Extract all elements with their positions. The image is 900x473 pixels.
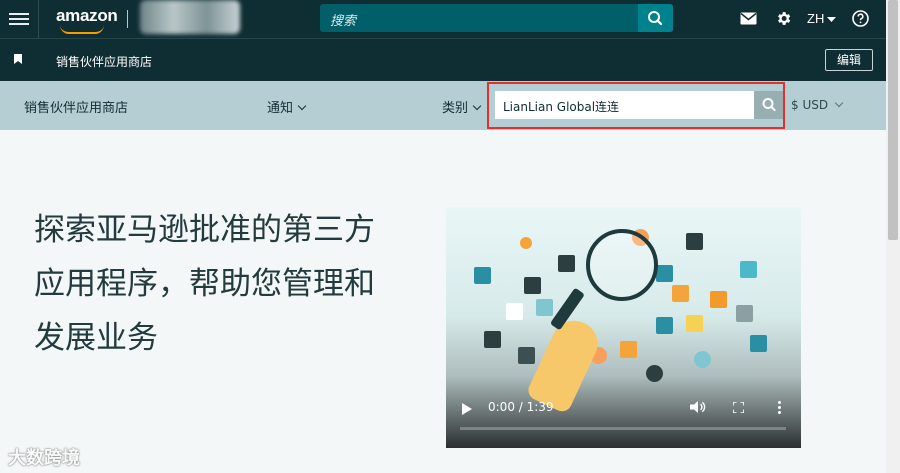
app-tile [524,277,541,294]
amazon-logo[interactable]: amazon [56,6,118,26]
global-search-placeholder: 搜索 [330,14,357,29]
app-tile [694,351,711,368]
watermark-text: 大数跨境 [8,448,80,469]
app-tile [558,255,575,272]
app-tile [686,315,703,332]
mail-icon[interactable] [740,12,757,25]
amazon-logo-smile [60,25,104,34]
nav-categories-label: 类别 [442,101,469,116]
app-tile [672,285,689,302]
app-tile [686,233,703,250]
magnifier-lens [586,229,658,301]
play-icon[interactable] [462,403,472,415]
search-highlight-box [487,82,785,129]
caret-down-icon [827,17,837,22]
app-tile [536,299,553,316]
nav-store-home[interactable]: 销售伙伴应用商店 [24,97,128,116]
global-search-button[interactable] [638,4,673,32]
app-tile [506,303,523,320]
page-scrollbar-thumb[interactable] [888,0,898,240]
hero-title: 探索亚马逊批准的第三方应用程序，帮助您管理和发展业务 [34,212,375,356]
language-selector[interactable]: ZH [807,11,837,26]
nav-notifications[interactable]: 通知 [267,97,307,116]
app-tile [520,237,532,249]
fullscreen-icon[interactable] [733,402,744,413]
help-icon[interactable] [852,10,869,27]
app-tile [484,331,501,348]
nav-categories[interactable]: 类别 [442,97,482,116]
top-navigation-bar: amazon 搜索 ZH [0,0,886,38]
promo-video[interactable]: 0:00 / 1:39 [446,207,801,448]
header-title: 销售伙伴应用商店 [56,55,153,69]
video-controls: 0:00 / 1:39 [446,389,801,448]
edit-button[interactable]: 编辑 [825,49,873,71]
volume-icon[interactable] [690,400,706,414]
redacted-account-name [140,0,240,34]
search-icon [648,11,663,26]
chevron-down-icon [297,101,307,111]
divider [38,0,39,38]
global-search-field[interactable]: 搜索 [320,4,673,32]
app-tile [736,305,753,322]
logo-separator [127,10,128,28]
app-tile [656,317,673,334]
nav-notifications-label: 通知 [267,101,294,116]
gear-icon[interactable] [775,10,792,27]
more-options-icon[interactable] [778,401,781,416]
app-store-header: 销售伙伴应用商店 编辑 [0,38,886,82]
app-tile [750,335,767,352]
app-tile [656,265,673,282]
language-label: ZH [807,11,825,26]
app-tile [646,365,663,382]
app-tile [518,347,535,364]
video-progress-bar[interactable] [460,427,786,430]
video-time: 0:00 / 1:39 [488,400,554,414]
app-tile [474,267,491,284]
currency-selector[interactable]: $ USD [791,98,828,112]
app-tile [710,291,727,308]
app-tile [620,341,637,358]
bookmark-icon[interactable] [14,54,22,64]
watermark: 大数跨境 [8,444,80,470]
app-tile [740,261,757,278]
chevron-down-icon [472,101,482,111]
menu-icon[interactable] [9,10,29,28]
